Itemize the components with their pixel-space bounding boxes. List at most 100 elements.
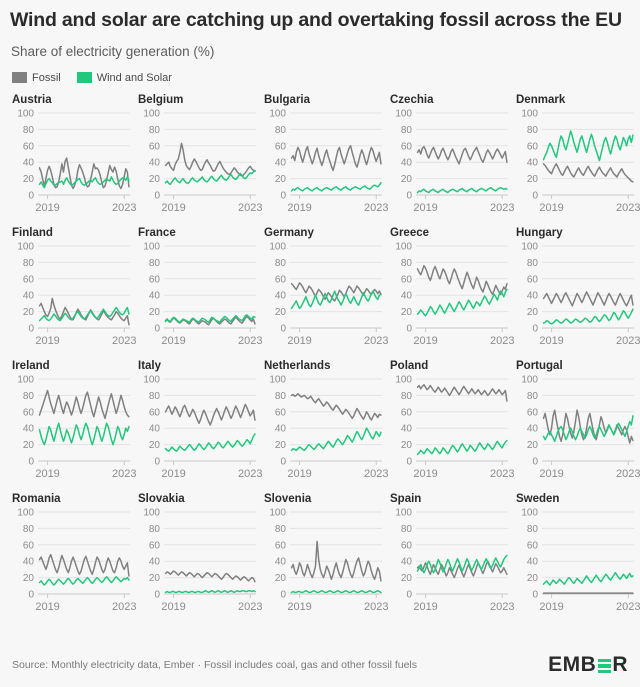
panel-plot: 0 20 40 60 80 100 2019 2023 [17, 241, 136, 347]
x-tick-label: 2019 [287, 202, 311, 214]
panel-plot: 0 20 40 60 80 100 2019 2023 [269, 374, 388, 480]
ember-logo-bars-icon [597, 658, 611, 674]
panel-france[interactable]: France 0 20 40 60 80 100 2019 2023 [136, 227, 262, 360]
y-tick-label: 80 [149, 125, 161, 136]
panel-slovakia[interactable]: Slovakia 0 20 40 60 80 100 2019 2023 [136, 493, 262, 626]
y-tick-label: 0 [154, 323, 160, 334]
y-tick-label: 20 [275, 307, 287, 318]
y-tick-label: 40 [401, 556, 413, 567]
panel-plot: 0 20 40 60 80 100 2019 2023 [269, 507, 388, 613]
y-tick-label: 20 [23, 573, 35, 584]
x-tick-label: 2023 [490, 601, 514, 613]
x-tick-label: 2023 [238, 335, 262, 347]
panel-austria[interactable]: Austria 0 20 40 60 80 100 2019 2023 [10, 94, 136, 227]
y-tick-label: 100 [269, 507, 286, 518]
legend-item-fossil[interactable]: Fossil [12, 72, 61, 84]
y-tick-label: 0 [406, 190, 412, 201]
panel-germany[interactable]: Germany 0 20 40 60 80 100 2019 2023 [262, 227, 388, 360]
small-multiples-grid: Austria 0 20 40 60 80 100 2019 2023 Belgium 0 20 40 6… [10, 94, 640, 626]
panel-title: Italy [138, 359, 162, 372]
panel-title: Hungary [516, 226, 563, 239]
y-tick-label: 60 [23, 540, 35, 551]
panel-sweden[interactable]: Sweden 0 20 40 60 80 100 2019 2023 [514, 493, 640, 626]
page-title: Wind and solar are catching up and overt… [10, 9, 622, 31]
y-tick-label: 100 [143, 241, 160, 252]
y-tick-label: 80 [401, 524, 413, 535]
y-tick-label: 0 [154, 589, 160, 600]
y-tick-label: 80 [149, 391, 161, 402]
x-tick-label: 2023 [112, 468, 136, 480]
y-tick-label: 40 [275, 556, 287, 567]
series-line-fossil [290, 144, 382, 171]
x-tick-label: 2019 [539, 202, 563, 214]
panel-title: France [138, 226, 176, 239]
x-tick-label: 2023 [238, 601, 262, 613]
panel-netherlands[interactable]: Netherlands 0 20 40 60 80 100 2019 2023 [262, 360, 388, 493]
x-tick-label: 2023 [616, 601, 640, 613]
y-tick-label: 20 [149, 573, 161, 584]
y-tick-label: 60 [275, 407, 287, 418]
y-tick-label: 0 [280, 589, 286, 600]
y-tick-label: 20 [149, 174, 161, 185]
panel-hungary[interactable]: Hungary 0 20 40 60 80 100 2019 2023 [514, 227, 640, 360]
x-tick-label: 2019 [287, 468, 311, 480]
y-tick-label: 0 [406, 456, 412, 467]
y-tick-label: 40 [401, 157, 413, 168]
series-line-fossil [164, 570, 256, 583]
panel-poland[interactable]: Poland 0 20 40 60 80 100 2019 2023 [388, 360, 514, 493]
panel-plot: 0 20 40 60 80 100 2019 2023 [143, 241, 262, 347]
legend-label-fossil: Fossil [32, 71, 61, 84]
panel-plot: 0 20 40 60 80 100 2019 2023 [395, 108, 514, 214]
panel-spain[interactable]: Spain 0 20 40 60 80 100 2019 2023 [388, 493, 514, 626]
y-tick-label: 60 [275, 540, 287, 551]
y-tick-label: 60 [527, 407, 539, 418]
y-tick-label: 0 [154, 456, 160, 467]
y-tick-label: 80 [401, 258, 413, 269]
y-tick-label: 0 [532, 190, 538, 201]
panel-ireland[interactable]: Ireland 0 20 40 60 80 100 2019 2023 [10, 360, 136, 493]
y-tick-label: 40 [23, 290, 35, 301]
panel-portugal[interactable]: Portugal 0 20 40 60 80 100 2019 2023 [514, 360, 640, 493]
panel-romania[interactable]: Romania 0 20 40 60 80 100 2019 2023 [10, 493, 136, 626]
series-line-wind-and-solar [290, 589, 382, 593]
panel-plot: 0 20 40 60 80 100 2019 2023 [143, 374, 262, 480]
y-tick-label: 20 [149, 307, 161, 318]
legend-swatch-fossil [12, 72, 27, 84]
y-tick-label: 100 [269, 241, 286, 252]
x-tick-label: 2023 [490, 468, 514, 480]
x-tick-label: 2019 [35, 335, 59, 347]
series-line-wind-and-solar [416, 186, 508, 194]
y-tick-label: 20 [401, 307, 413, 318]
y-tick-label: 100 [395, 374, 412, 385]
panel-belgium[interactable]: Belgium 0 20 40 60 80 100 2019 2023 [136, 94, 262, 227]
series-line-wind-and-solar [290, 427, 382, 451]
panel-plot: 0 20 40 60 80 100 2019 2023 [17, 108, 136, 214]
y-tick-label: 0 [280, 190, 286, 201]
y-tick-label: 40 [527, 556, 539, 567]
chart-subtitle: Share of electricity generation (%) [11, 43, 215, 59]
panel-greece[interactable]: Greece 0 20 40 60 80 100 2019 2023 [388, 227, 514, 360]
panel-italy[interactable]: Italy 0 20 40 60 80 100 2019 2023 [136, 360, 262, 493]
source-note: Source: Monthly electricity data, Ember … [12, 659, 418, 671]
y-tick-label: 80 [527, 524, 539, 535]
legend-item-wind-and-solar[interactable]: Wind and Solar [76, 72, 172, 84]
panel-czechia[interactable]: Czechia 0 20 40 60 80 100 2019 2023 [388, 94, 514, 227]
y-tick-label: 40 [23, 423, 35, 434]
y-tick-label: 80 [401, 125, 413, 136]
y-tick-label: 20 [275, 440, 287, 451]
panel-plot: 0 20 40 60 80 100 2019 2023 [17, 507, 136, 613]
y-tick-label: 20 [275, 573, 287, 584]
chart-legend: Fossil Wind and Solar [12, 72, 630, 84]
y-tick-label: 0 [28, 323, 34, 334]
panel-slovenia[interactable]: Slovenia 0 20 40 60 80 100 2019 2023 [262, 493, 388, 626]
series-line-fossil [38, 553, 130, 577]
panel-denmark[interactable]: Denmark 0 20 40 60 80 100 2019 2023 [514, 94, 640, 227]
x-tick-label: 2023 [616, 335, 640, 347]
panel-finland[interactable]: Finland 0 20 40 60 80 100 2019 2023 [10, 227, 136, 360]
x-tick-label: 2019 [35, 202, 59, 214]
panel-bulgaria[interactable]: Bulgaria 0 20 40 60 80 100 2019 2023 [262, 94, 388, 227]
y-tick-label: 100 [269, 374, 286, 385]
series-line-wind-and-solar [164, 589, 256, 593]
y-tick-label: 80 [149, 524, 161, 535]
y-tick-label: 0 [280, 456, 286, 467]
